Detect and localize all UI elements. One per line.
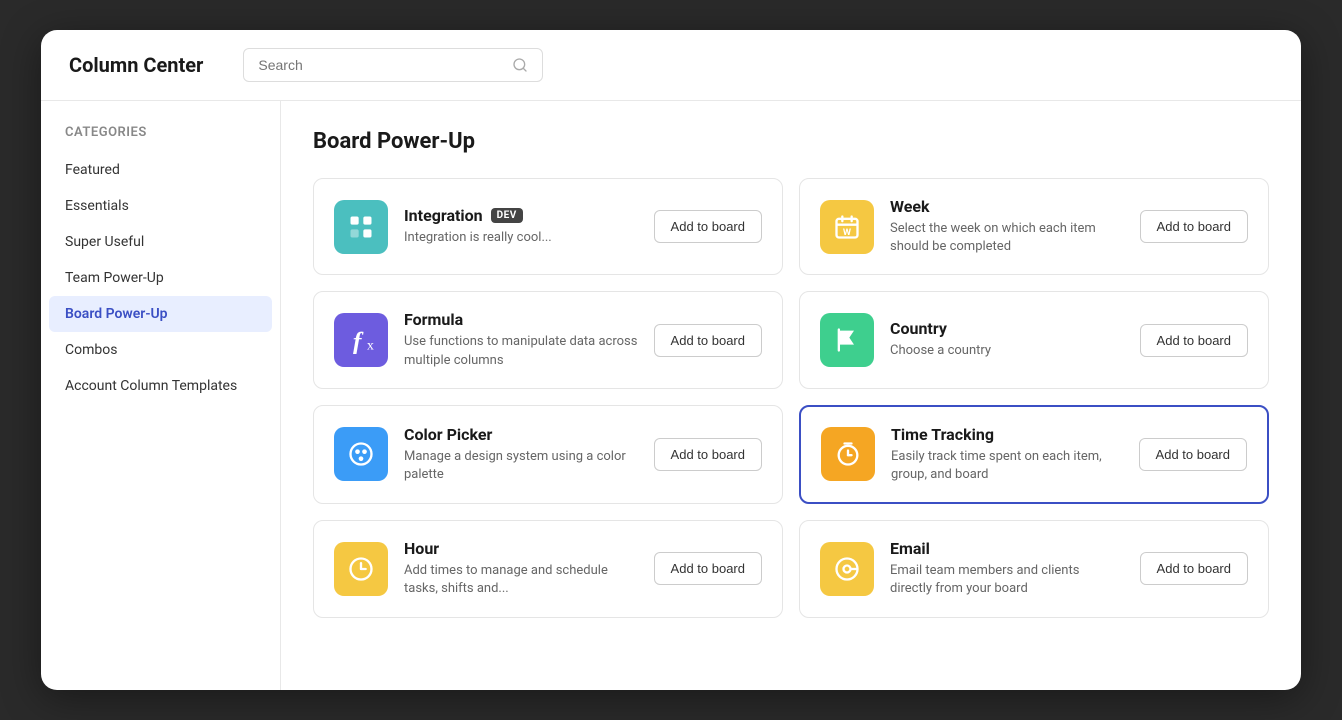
sidebar-item-essentials[interactable]: Essentials [41, 188, 280, 224]
add-to-board-button-integration[interactable]: Add to board [654, 210, 762, 243]
card-integration: Integration DEV Integration is really cool… [313, 178, 783, 275]
svg-text:W: W [843, 227, 852, 238]
card-name-email: Email [890, 539, 930, 558]
section-title: Board Power-Up [313, 129, 1269, 154]
sidebar: Categories Featured Essentials Super Use… [41, 101, 281, 690]
card-icon-time-tracking [821, 427, 875, 481]
card-name-row-color-picker: Color Picker [404, 425, 638, 444]
card-week: W Week Select the week on which each item … [799, 178, 1269, 275]
add-to-board-button-country[interactable]: Add to board [1140, 324, 1248, 357]
card-name-row-integration: Integration DEV [404, 206, 638, 225]
card-body-week: Week Select the week on which each item s… [890, 197, 1124, 256]
card-time-tracking: Time Tracking Easily track time spent on … [799, 405, 1269, 504]
card-name-week: Week [890, 197, 930, 216]
card-formula: fx Formula Use functions to manipulate dat… [313, 291, 783, 388]
card-name-row-country: Country [890, 319, 1124, 338]
search-bar[interactable] [243, 48, 543, 82]
search-input[interactable] [258, 57, 504, 73]
card-name-integration: Integration [404, 206, 483, 225]
card-name-formula: Formula [404, 310, 463, 329]
content-area: Categories Featured Essentials Super Use… [41, 101, 1301, 690]
sidebar-item-combos[interactable]: Combos [41, 332, 280, 368]
card-name-row-formula: Formula [404, 310, 638, 329]
card-icon-integration [334, 200, 388, 254]
card-desc-country: Choose a country [890, 342, 1124, 360]
card-name-row-email: Email [890, 539, 1124, 558]
card-body-integration: Integration DEV Integration is really cool… [404, 206, 638, 247]
card-icon-color-picker [334, 427, 388, 481]
card-email: Email Email team members and clients dire… [799, 520, 1269, 617]
card-desc-week: Select the week on which each item shoul… [890, 220, 1124, 256]
card-color-picker: Color Picker Manage a design system using… [313, 405, 783, 504]
card-hour: Hour Add times to manage and schedule tas… [313, 520, 783, 617]
card-body-country: Country Choose a country [890, 319, 1124, 360]
card-name-hour: Hour [404, 539, 439, 558]
card-body-email: Email Email team members and clients dire… [890, 539, 1124, 598]
card-desc-formula: Use functions to manipulate data across … [404, 333, 638, 369]
card-name-row-week: Week [890, 197, 1124, 216]
main-content: Board Power-Up IntegrationDEVIntegration… [281, 101, 1301, 690]
sidebar-section-title: Categories [41, 125, 280, 152]
card-desc-email: Email team members and clients directly … [890, 562, 1124, 598]
card-icon-country [820, 313, 874, 367]
card-name-time-tracking: Time Tracking [891, 425, 994, 444]
card-icon-week: W [820, 200, 874, 254]
card-name-row-hour: Hour [404, 539, 638, 558]
add-to-board-button-week[interactable]: Add to board [1140, 210, 1248, 243]
card-body-formula: Formula Use functions to manipulate data … [404, 310, 638, 369]
add-to-board-button-hour[interactable]: Add to board [654, 552, 762, 585]
sidebar-item-team-power-up[interactable]: Team Power-Up [41, 260, 280, 296]
card-name-row-time-tracking: Time Tracking [891, 425, 1123, 444]
card-desc-color-picker: Manage a design system using a color pal… [404, 448, 638, 484]
sidebar-item-featured[interactable]: Featured [41, 152, 280, 188]
sidebar-item-super-useful[interactable]: Super Useful [41, 224, 280, 260]
card-country: Country Choose a country Add to board [799, 291, 1269, 388]
card-body-hour: Hour Add times to manage and schedule tas… [404, 539, 638, 598]
app-window: Column Center Categories Featured Essent… [41, 30, 1301, 690]
card-icon-formula: fx [334, 313, 388, 367]
card-name-color-picker: Color Picker [404, 425, 492, 444]
card-icon-hour [334, 542, 388, 596]
add-to-board-button-color-picker[interactable]: Add to board [654, 438, 762, 471]
svg-text:x: x [367, 338, 374, 353]
add-to-board-button-email[interactable]: Add to board [1140, 552, 1248, 585]
sidebar-item-account-column-templates[interactable]: Account Column Templates [41, 368, 280, 404]
card-desc-hour: Add times to manage and schedule tasks, … [404, 562, 638, 598]
header: Column Center [41, 30, 1301, 101]
card-badge-integration: DEV [491, 208, 523, 223]
svg-text:f: f [353, 326, 364, 354]
card-desc-time-tracking: Easily track time spent on each item, gr… [891, 448, 1123, 484]
search-icon [512, 57, 528, 73]
sidebar-item-board-power-up[interactable]: Board Power-Up [49, 296, 272, 332]
card-desc-integration: Integration is really cool... [404, 229, 638, 247]
card-body-time-tracking: Time Tracking Easily track time spent on … [891, 425, 1123, 484]
card-body-color-picker: Color Picker Manage a design system using… [404, 425, 638, 484]
card-icon-email [820, 542, 874, 596]
add-to-board-button-formula[interactable]: Add to board [654, 324, 762, 357]
app-title: Column Center [69, 53, 203, 77]
card-name-country: Country [890, 319, 947, 338]
cards-grid: Integration DEV Integration is really cool… [313, 178, 1269, 618]
add-to-board-button-time-tracking[interactable]: Add to board [1139, 438, 1247, 471]
